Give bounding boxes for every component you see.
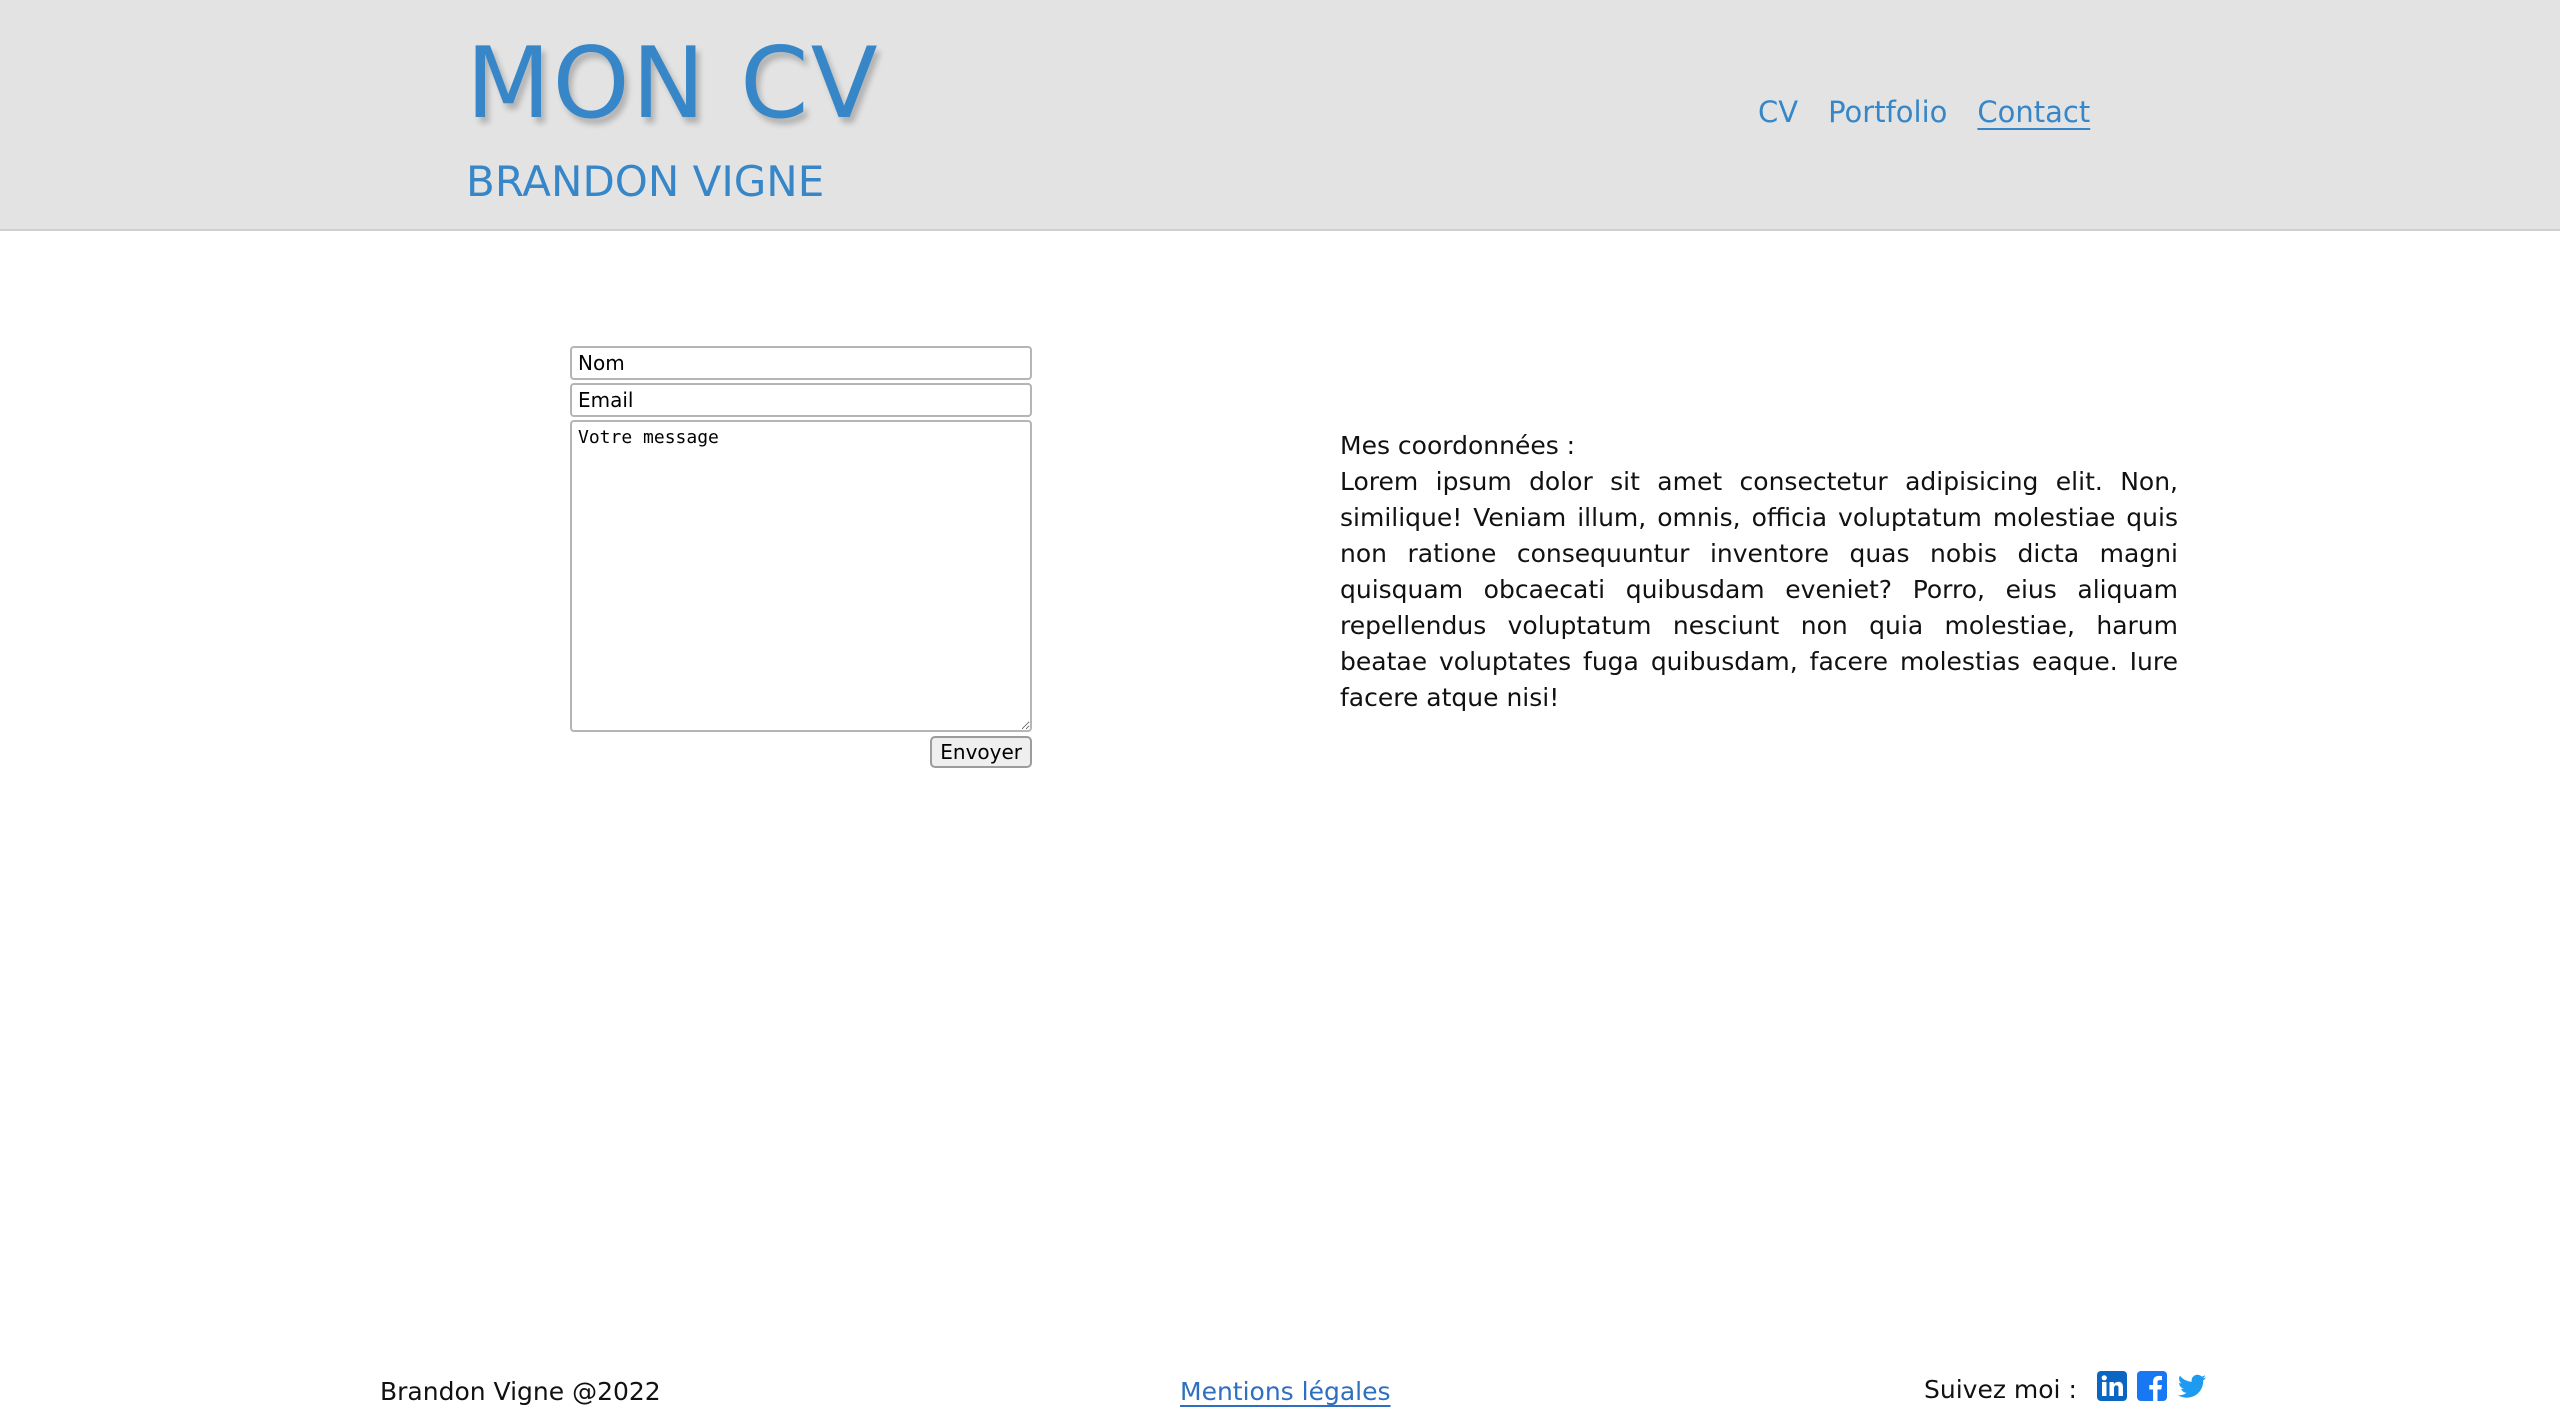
follow-label: Suivez moi : [1924, 1375, 2077, 1404]
contact-info-heading: Mes coordonnées : [1340, 431, 1576, 460]
nav-link-portfolio[interactable]: Portfolio [1828, 92, 1947, 132]
social-links: Suivez moi : [1924, 1371, 2207, 1408]
footer-copyright: Brandon Vigne @2022 [380, 1377, 661, 1406]
contact-info-text: Lorem ipsum dolor sit amet consectetur a… [1340, 467, 2178, 712]
facebook-icon[interactable] [2136, 1371, 2167, 1401]
site-title: MON CV [466, 27, 880, 141]
nav-link-contact[interactable]: Contact [1977, 92, 2090, 132]
message-textarea[interactable] [570, 420, 1032, 732]
site-subtitle: BRANDON VIGNE [466, 157, 825, 206]
send-button[interactable]: Envoyer [930, 736, 1032, 768]
nav-link-cv[interactable]: CV [1758, 92, 1798, 132]
main-nav: CV Portfolio Contact [1758, 92, 2090, 132]
twitter-icon[interactable] [2177, 1371, 2207, 1401]
contact-info: Mes coordonnées : Lorem ipsum dolor sit … [1340, 428, 2178, 716]
legal-notice-link[interactable]: Mentions légales [1180, 1374, 1391, 1410]
submit-row: Envoyer [570, 736, 1032, 768]
email-input[interactable] [570, 383, 1032, 417]
site-header: MON CV BRANDON VIGNE CV Portfolio Contac… [0, 0, 2560, 231]
contact-form: Envoyer [570, 346, 1032, 768]
linkedin-icon[interactable] [2096, 1371, 2127, 1401]
name-input[interactable] [570, 346, 1032, 380]
